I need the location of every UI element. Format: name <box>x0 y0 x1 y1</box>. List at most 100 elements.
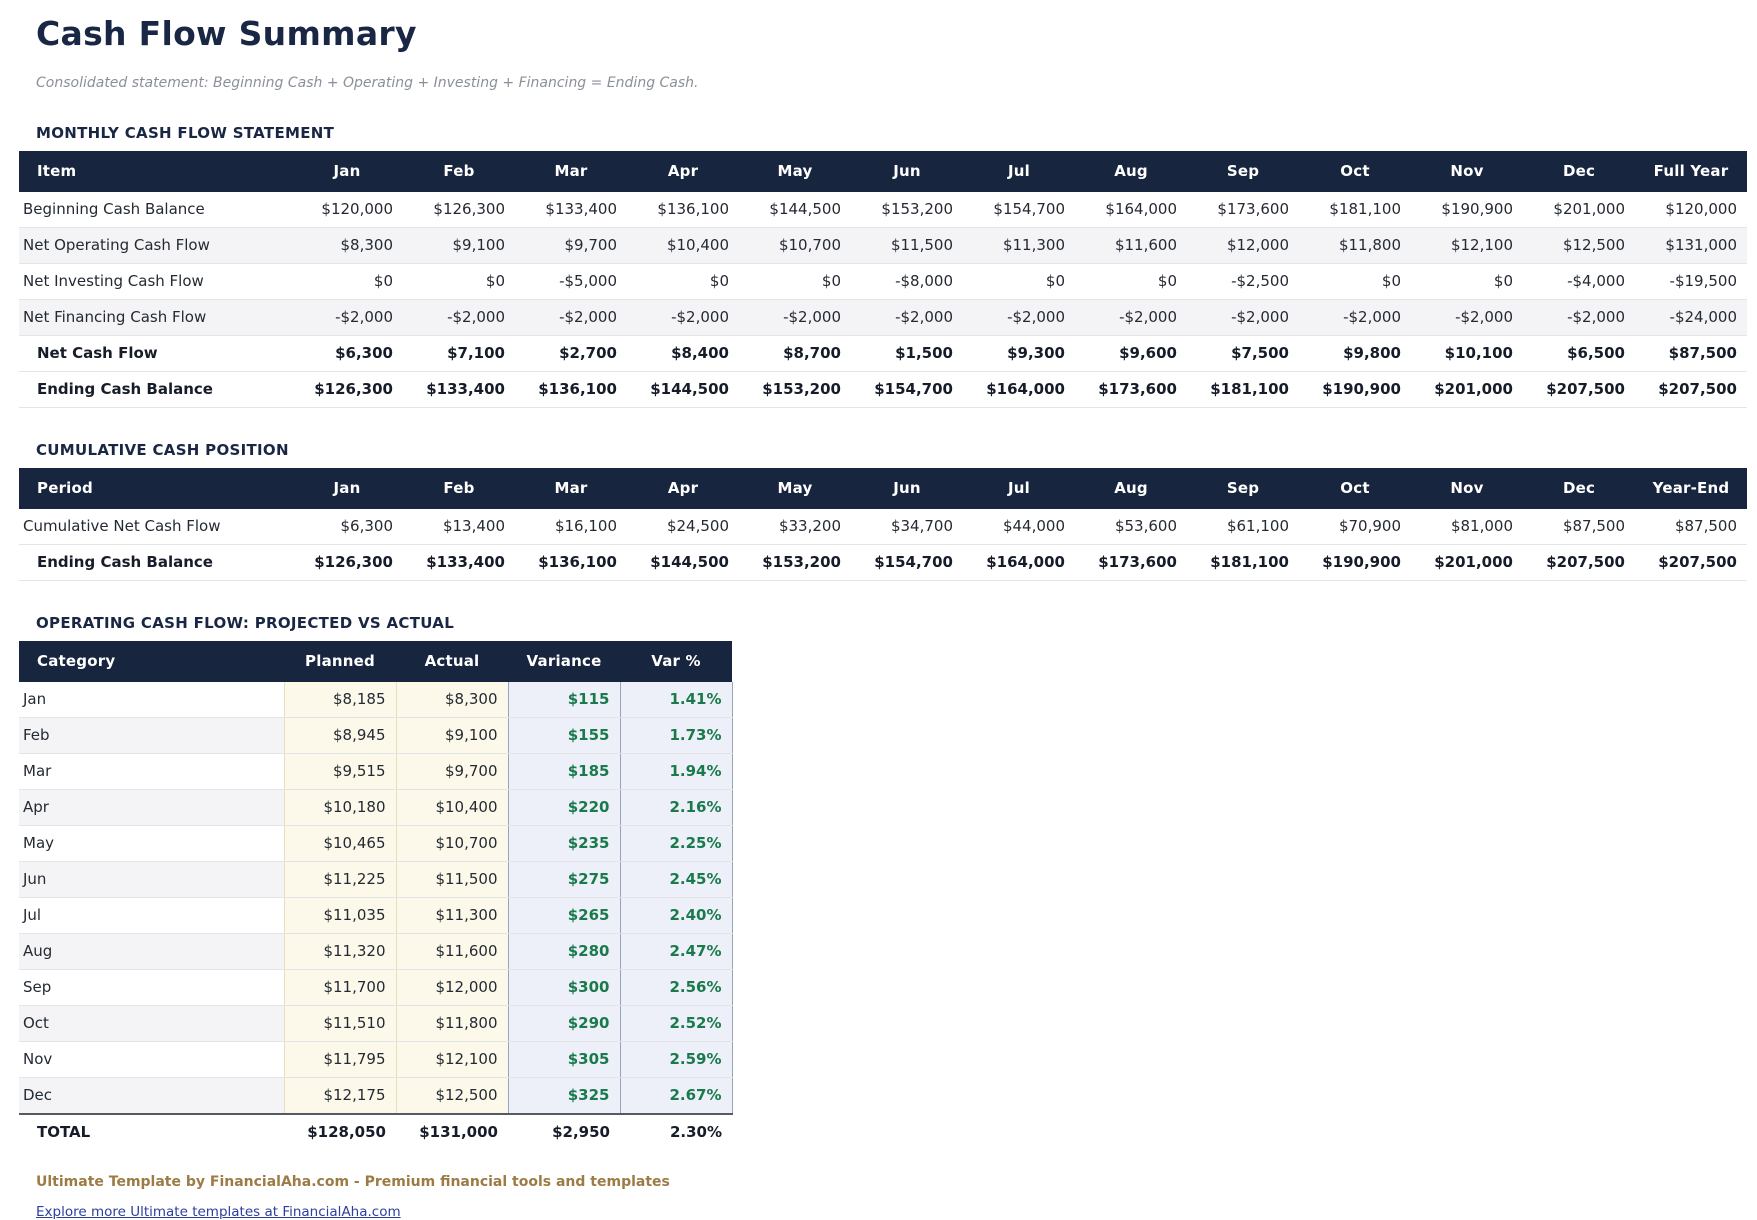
row-label: Net Investing Cash Flow <box>19 264 291 300</box>
cell-value: $126,300 <box>291 372 403 408</box>
cell-value: $9,700 <box>515 228 627 264</box>
cell-value: -$2,000 <box>515 300 627 336</box>
cell-value: $181,100 <box>1187 545 1299 581</box>
cell-value: $164,000 <box>1075 192 1187 228</box>
cell-value: $6,300 <box>291 336 403 372</box>
cumulative-cash-position-table: PeriodJanFebMarAprMayJunJulAugSepOctNovD… <box>19 468 1747 581</box>
cell-value: $164,000 <box>963 372 1075 408</box>
cell-value: $8,400 <box>627 336 739 372</box>
cell-value: $9,300 <box>963 336 1075 372</box>
actual-value: $9,100 <box>396 718 508 754</box>
cell-value: $0 <box>1411 264 1523 300</box>
actual-value: $131,000 <box>396 1114 508 1150</box>
var-pct-value: 2.16% <box>620 790 732 826</box>
cell-value: -$2,000 <box>1299 300 1411 336</box>
cell-value: $154,700 <box>851 545 963 581</box>
planned-value: $9,515 <box>284 754 396 790</box>
cell-value: -$2,500 <box>1187 264 1299 300</box>
column-header: Item <box>19 151 291 192</box>
cell-value: $133,400 <box>403 372 515 408</box>
planned-value: $11,510 <box>284 1006 396 1042</box>
cell-value: -$5,000 <box>515 264 627 300</box>
variance-value: $155 <box>508 718 620 754</box>
actual-value: $8,300 <box>396 682 508 718</box>
row-label: Oct <box>19 1006 284 1042</box>
cell-value: $201,000 <box>1411 545 1523 581</box>
variance-section: OPERATING CASH FLOW: PROJECTED VS ACTUAL… <box>19 614 1757 1150</box>
cell-value: $0 <box>1075 264 1187 300</box>
cell-value: -$2,000 <box>627 300 739 336</box>
row-label: Aug <box>19 934 284 970</box>
column-header: May <box>739 468 851 509</box>
row-label: Beginning Cash Balance <box>19 192 291 228</box>
planned-value: $11,035 <box>284 898 396 934</box>
cell-value: $81,000 <box>1411 509 1523 545</box>
cell-value: $120,000 <box>1635 192 1747 228</box>
row-label: Net Operating Cash Flow <box>19 228 291 264</box>
variance-value: $300 <box>508 970 620 1006</box>
table-row: Cumulative Net Cash Flow$6,300$13,400$16… <box>19 509 1747 545</box>
column-header: Sep <box>1187 151 1299 192</box>
cell-value: -$19,500 <box>1635 264 1747 300</box>
var-pct-value: 2.59% <box>620 1042 732 1078</box>
page-title: Cash Flow Summary <box>36 14 1757 53</box>
monthly-cash-flow-table: ItemJanFebMarAprMayJunJulAugSepOctNovDec… <box>19 151 1747 408</box>
cell-value: $24,500 <box>627 509 739 545</box>
cell-value: -$24,000 <box>1635 300 1747 336</box>
planned-value: $11,700 <box>284 970 396 1006</box>
column-header: Jan <box>291 468 403 509</box>
actual-value: $12,100 <box>396 1042 508 1078</box>
cell-value: $12,500 <box>1523 228 1635 264</box>
row-label: Dec <box>19 1078 284 1115</box>
var-pct-value: 2.47% <box>620 934 732 970</box>
column-header: Apr <box>627 151 739 192</box>
cumulative-position-section: CUMULATIVE CASH POSITION PeriodJanFebMar… <box>19 441 1757 581</box>
row-label: Jan <box>19 682 284 718</box>
column-header: Dec <box>1523 151 1635 192</box>
cell-value: $190,900 <box>1299 372 1411 408</box>
column-header: Oct <box>1299 151 1411 192</box>
column-header: Category <box>19 641 284 682</box>
cell-value: $136,100 <box>627 192 739 228</box>
footer-link[interactable]: Explore more Ultimate templates at Finan… <box>36 1204 401 1220</box>
row-label: Feb <box>19 718 284 754</box>
table-row: Aug$11,320$11,600$2802.47% <box>19 934 732 970</box>
planned-value: $10,180 <box>284 790 396 826</box>
var-pct-value: 2.40% <box>620 898 732 934</box>
column-header: Oct <box>1299 468 1411 509</box>
table-row: Dec$12,175$12,500$3252.67% <box>19 1078 732 1115</box>
variance-value: $235 <box>508 826 620 862</box>
column-header: Mar <box>515 468 627 509</box>
report-page: Cash Flow Summary Consolidated statement… <box>0 0 1757 1220</box>
cell-value: $87,500 <box>1635 336 1747 372</box>
cell-value: $16,100 <box>515 509 627 545</box>
var-pct-value: 2.25% <box>620 826 732 862</box>
cell-value: -$8,000 <box>851 264 963 300</box>
planned-value: $12,175 <box>284 1078 396 1115</box>
planned-value: $128,050 <box>284 1114 396 1150</box>
cell-value: $7,100 <box>403 336 515 372</box>
actual-value: $11,300 <box>396 898 508 934</box>
footer-link-row: Explore more Ultimate templates at Finan… <box>36 1201 1757 1220</box>
table-row: Jun$11,225$11,500$2752.45% <box>19 862 732 898</box>
row-label: Mar <box>19 754 284 790</box>
cell-value: $133,400 <box>515 192 627 228</box>
cell-value: $9,600 <box>1075 336 1187 372</box>
var-pct-value: 2.52% <box>620 1006 732 1042</box>
column-header: Jul <box>963 151 1075 192</box>
table-row: Oct$11,510$11,800$2902.52% <box>19 1006 732 1042</box>
column-header: Var % <box>620 641 732 682</box>
table-row: May$10,465$10,700$2352.25% <box>19 826 732 862</box>
cell-value: -$2,000 <box>1523 300 1635 336</box>
actual-value: $12,000 <box>396 970 508 1006</box>
variance-heading: OPERATING CASH FLOW: PROJECTED VS ACTUAL <box>36 614 1757 632</box>
table-row: Jul$11,035$11,300$2652.40% <box>19 898 732 934</box>
cell-value: -$2,000 <box>851 300 963 336</box>
cell-value: $13,400 <box>403 509 515 545</box>
cell-value: $33,200 <box>739 509 851 545</box>
table-row: Nov$11,795$12,100$3052.59% <box>19 1042 732 1078</box>
row-label: Jun <box>19 862 284 898</box>
cell-value: $207,500 <box>1635 372 1747 408</box>
var-pct-value: 1.73% <box>620 718 732 754</box>
variance-value: $275 <box>508 862 620 898</box>
